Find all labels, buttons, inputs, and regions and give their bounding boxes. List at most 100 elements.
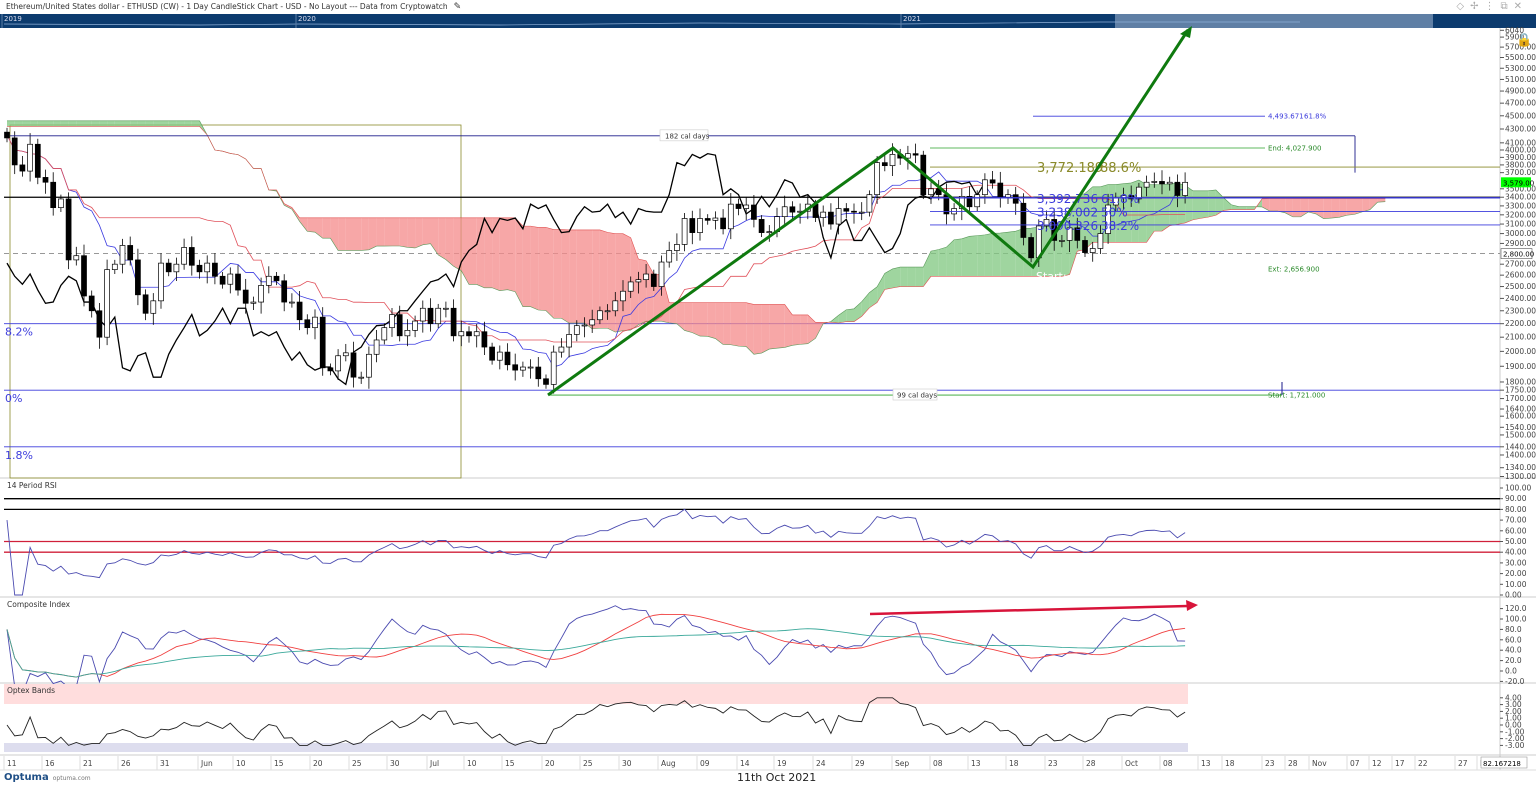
time-label: 29	[855, 759, 865, 768]
cloud-segment-bearish	[415, 217, 423, 248]
cloud-segment-bullish	[907, 267, 916, 287]
candle-down	[427, 307, 434, 325]
cloud-segment-bearish	[707, 302, 716, 339]
cloud-segment-bullish	[846, 308, 854, 322]
time-label: 08	[933, 759, 943, 768]
candle-down	[912, 153, 919, 156]
candle-up	[335, 355, 341, 372]
price-tick-label: 2000.00	[1505, 347, 1536, 356]
cloud-segment-bearish	[1369, 198, 1378, 210]
time-label: 14	[740, 759, 750, 768]
price-tick-label: 1600.00	[1505, 412, 1536, 421]
candle-up	[389, 314, 395, 329]
time-label: 26	[121, 759, 131, 768]
candle-up	[150, 300, 157, 314]
candle-down	[1174, 181, 1181, 196]
chart-canvas[interactable]: 2019 2020 2021604059005700.005500.005300.0…	[0, 0, 1536, 788]
candle-up	[119, 245, 126, 265]
cloud-segment-bearish	[353, 217, 362, 251]
candle-up	[366, 353, 372, 378]
candle-down	[96, 310, 103, 338]
time-label: 23	[1265, 759, 1275, 768]
candle-down	[281, 280, 288, 303]
panel-tick-label: 100.00	[1505, 484, 1531, 493]
candle-down	[19, 164, 26, 172]
candle-down	[142, 294, 149, 314]
cloud-segment-bearish	[753, 304, 762, 355]
time-label: 07	[1350, 759, 1360, 768]
candle-down	[50, 181, 57, 209]
cloud-segment-bearish	[384, 217, 392, 247]
cloud-segment-bearish	[345, 217, 354, 251]
candle-down	[1020, 202, 1027, 238]
time-label: 09	[700, 759, 710, 768]
brand-name: Optuma	[4, 772, 49, 783]
divergence-arrow-icon	[1186, 600, 1198, 611]
candle-up	[1097, 233, 1104, 249]
candle-down	[1082, 240, 1088, 253]
cloud-segment-bullish	[877, 273, 885, 303]
candle-up	[381, 327, 388, 341]
candle-up	[358, 376, 365, 379]
price-tick-label: 5100.00	[1505, 75, 1536, 84]
cloud-segment-bearish	[338, 217, 346, 251]
start-tag: Start:	[1036, 270, 1067, 283]
candle-down	[504, 351, 511, 366]
cloud-segment-bearish	[445, 217, 454, 267]
candle-down	[219, 275, 226, 285]
cloud-segment-bearish	[376, 217, 385, 247]
time-label: 17	[1395, 759, 1405, 768]
candle-down	[4, 131, 10, 139]
candle-up	[889, 154, 896, 167]
cloud-segment-bullish	[137, 120, 146, 127]
cloud-segment-bearish	[638, 259, 647, 325]
overview-year: 2020	[298, 15, 316, 23]
price-tick-label: 3100.00	[1505, 220, 1536, 229]
candle-up	[866, 194, 873, 213]
cloud-segment-bullish	[892, 267, 901, 289]
optex-upper-band	[4, 684, 1188, 704]
cloud-segment-bearish	[522, 226, 531, 307]
fib-label: 8.2%	[5, 326, 33, 339]
candle-down	[512, 364, 519, 371]
price-tick-label: 4900.00	[1505, 87, 1536, 96]
panel-tick-label: 100.0	[1505, 615, 1527, 624]
candle-up	[597, 310, 603, 321]
cloud-segment-bullish	[1239, 206, 1247, 210]
panel-tick-label: 30.00	[1505, 558, 1527, 567]
time-range-box	[9, 124, 462, 479]
cloud-segment-bearish	[499, 217, 508, 291]
cloud-segment-bearish	[476, 217, 485, 288]
price-tick-label: 2400.00	[1505, 294, 1536, 303]
cloud-segment-bearish	[407, 217, 416, 248]
candle-up	[289, 301, 295, 304]
time-label: Nov	[1312, 759, 1327, 768]
candle-down	[1159, 181, 1165, 185]
cloud-segment-bearish	[584, 229, 593, 329]
time-label: 27	[1458, 759, 1468, 768]
cloud-segment-bearish	[792, 314, 801, 346]
candle-up	[104, 269, 110, 338]
cloud-segment-bullish	[7, 120, 15, 127]
cloud-segment-bearish	[1277, 198, 1286, 213]
price-tick-label: 2700.00	[1505, 260, 1536, 269]
candle-up	[458, 331, 465, 337]
candle-down	[543, 378, 549, 385]
candle-up	[674, 244, 680, 251]
panel-tick-label: 10.00	[1505, 580, 1527, 589]
candle-up	[573, 325, 580, 335]
candle-up	[974, 194, 981, 208]
cloud-segment-bearish	[392, 217, 400, 246]
time-label: 20	[313, 759, 323, 768]
candle-up	[342, 352, 349, 357]
span-label-182: 182 cal days	[665, 132, 710, 140]
cloud-segment-bullish	[838, 309, 847, 324]
candle-up	[419, 307, 426, 322]
cloud-segment-bullish	[145, 120, 154, 127]
time-label: 25	[352, 759, 362, 768]
candle-up	[173, 263, 180, 273]
time-label: 13	[971, 759, 981, 768]
divergence-line	[869, 604, 1189, 616]
candle-down	[34, 143, 41, 178]
cloud-segment-bullish	[984, 233, 993, 277]
